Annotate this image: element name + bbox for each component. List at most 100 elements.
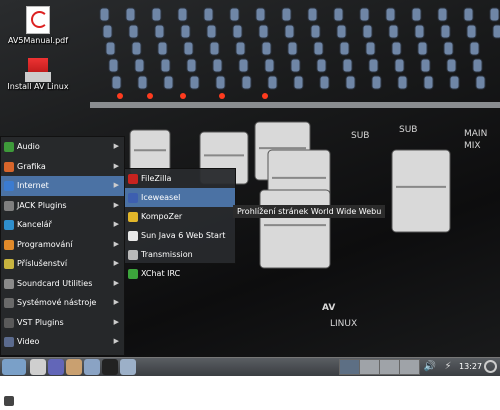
knob — [239, 59, 248, 72]
submenu-arrow-icon: ▶ — [114, 157, 119, 177]
knob — [152, 8, 161, 21]
desktop-icon-install-av-linux[interactable]: Install AV Linux — [0, 58, 80, 91]
file-manager-icon[interactable] — [66, 359, 82, 375]
knob — [346, 76, 355, 89]
submenu-arrow-icon: ▶ — [114, 215, 119, 235]
menu-item-syst-mov-n-stroje[interactable]: Systémové nástroje▶ — [1, 293, 124, 313]
start-menu-icon[interactable] — [2, 359, 26, 375]
knob — [476, 76, 485, 89]
menu-item-video[interactable]: Video▶ — [1, 332, 124, 352]
knob — [424, 76, 433, 89]
submenu-arrow-icon: ▶ — [114, 137, 119, 157]
xchat-icon — [128, 269, 138, 279]
menu-item-label: Logout — [17, 396, 44, 405]
menu-item-kancel-[interactable]: Kancelář ▶ — [1, 215, 124, 235]
power-icon[interactable] — [484, 360, 497, 373]
menu-item-vst-plugins[interactable]: VST Plugins▶ — [1, 313, 124, 333]
knob — [129, 25, 138, 38]
submenu-item-label: Sun Java 6 Web Start — [141, 231, 225, 240]
iceweasel-icon — [128, 193, 138, 203]
submenu-arrow-icon: ▶ — [114, 293, 119, 313]
knob — [392, 42, 401, 55]
workspace-3[interactable] — [379, 359, 400, 375]
knob — [334, 8, 343, 21]
menu-item-internet[interactable]: Internet▶ — [1, 176, 124, 196]
submenu-arrow-icon: ▶ — [114, 274, 119, 294]
knob — [112, 76, 121, 89]
menu-item-logout[interactable]: Logout — [1, 391, 124, 410]
network-icon[interactable]: ⚡ — [440, 359, 456, 375]
knob — [268, 76, 277, 89]
desktop-icon-av5manual[interactable]: AV5Manual.pdf — [0, 6, 80, 45]
files-icon[interactable] — [84, 359, 100, 375]
submenu-arrow-icon: ▶ — [114, 176, 119, 196]
menu-item-audio[interactable]: Audio▶ — [1, 137, 124, 157]
submenu-item-xchat-irc[interactable]: XChat IRC — [125, 264, 235, 283]
home-folder-icon[interactable] — [30, 359, 46, 375]
filezilla-icon — [128, 174, 138, 184]
knob — [360, 8, 369, 21]
knob — [314, 42, 323, 55]
submenu-item-iceweasel[interactable]: Iceweasel — [125, 188, 235, 207]
knob — [438, 8, 447, 21]
system-tools-icon — [4, 298, 14, 308]
knob — [106, 42, 115, 55]
application-menu: Audio▶Grafika▶Internet▶JACK Plugins▶Kanc… — [0, 136, 125, 356]
pdf-file-icon — [26, 6, 50, 34]
terminal-icon[interactable] — [102, 359, 118, 375]
menu-item-label: VST Plugins — [17, 318, 64, 327]
menu-item-programov-n-[interactable]: Programování▶ — [1, 235, 124, 255]
knob — [138, 76, 147, 89]
knob — [207, 25, 216, 38]
submenu-item-sun-java-6-web-start[interactable]: Sun Java 6 Web Start — [125, 226, 235, 245]
knob — [294, 76, 303, 89]
knob — [181, 25, 190, 38]
tooltip: Prohlížení stránek World Wide Webu — [233, 205, 385, 218]
menu-item-label: Video — [17, 337, 39, 346]
fader-cap — [260, 190, 330, 268]
editor-icon[interactable] — [120, 359, 136, 375]
knob — [415, 25, 424, 38]
knob — [343, 59, 352, 72]
taskbar: 🔊 ⚡ 13:27 — [0, 357, 500, 376]
menu-item-jack-plugins[interactable]: JACK Plugins▶ — [1, 196, 124, 216]
logo-text: AV — [322, 303, 335, 313]
knob — [190, 76, 199, 89]
office-icon — [4, 220, 14, 230]
volume-icon[interactable]: 🔊 — [422, 359, 438, 375]
graphics-icon — [4, 162, 14, 172]
knob — [337, 25, 346, 38]
submenu-item-filezilla[interactable]: FileZilla — [125, 169, 235, 188]
menu-item-grafika[interactable]: Grafika▶ — [1, 157, 124, 177]
jack-plugins-icon — [4, 201, 14, 211]
menu-item-label: Soundcard Utilities — [17, 279, 92, 288]
knob — [398, 76, 407, 89]
workspace-4[interactable] — [399, 359, 420, 375]
workspace-2[interactable] — [359, 359, 380, 375]
console-label: MIX — [464, 141, 481, 151]
menu-item-soundcard-utilities[interactable]: Soundcard Utilities ▶ — [1, 274, 124, 294]
knob — [103, 25, 112, 38]
knob — [155, 25, 164, 38]
led-light — [262, 93, 268, 99]
submenu-item-kompozer[interactable]: KompoZer — [125, 207, 235, 226]
submenu-item-label: FileZilla — [141, 174, 171, 183]
knob — [291, 59, 300, 72]
knob — [363, 25, 372, 38]
knob — [412, 8, 421, 21]
clock[interactable]: 13:27 — [459, 359, 482, 375]
browser-icon[interactable] — [48, 359, 64, 375]
workspace-1[interactable] — [339, 359, 360, 375]
programming-icon — [4, 240, 14, 250]
menu-item-label: Kancelář — [17, 220, 52, 229]
knob — [126, 8, 135, 21]
knob — [100, 8, 109, 21]
menu-item-label: Programování — [17, 240, 73, 249]
submenu-item-transmission[interactable]: Transmission — [125, 245, 235, 264]
knob — [493, 25, 500, 38]
knob — [308, 8, 317, 21]
accessories-icon — [4, 259, 14, 269]
knob — [204, 8, 213, 21]
menu-item-p-slu-enstv-[interactable]: Příslušenství▶ — [1, 254, 124, 274]
knob — [262, 42, 271, 55]
